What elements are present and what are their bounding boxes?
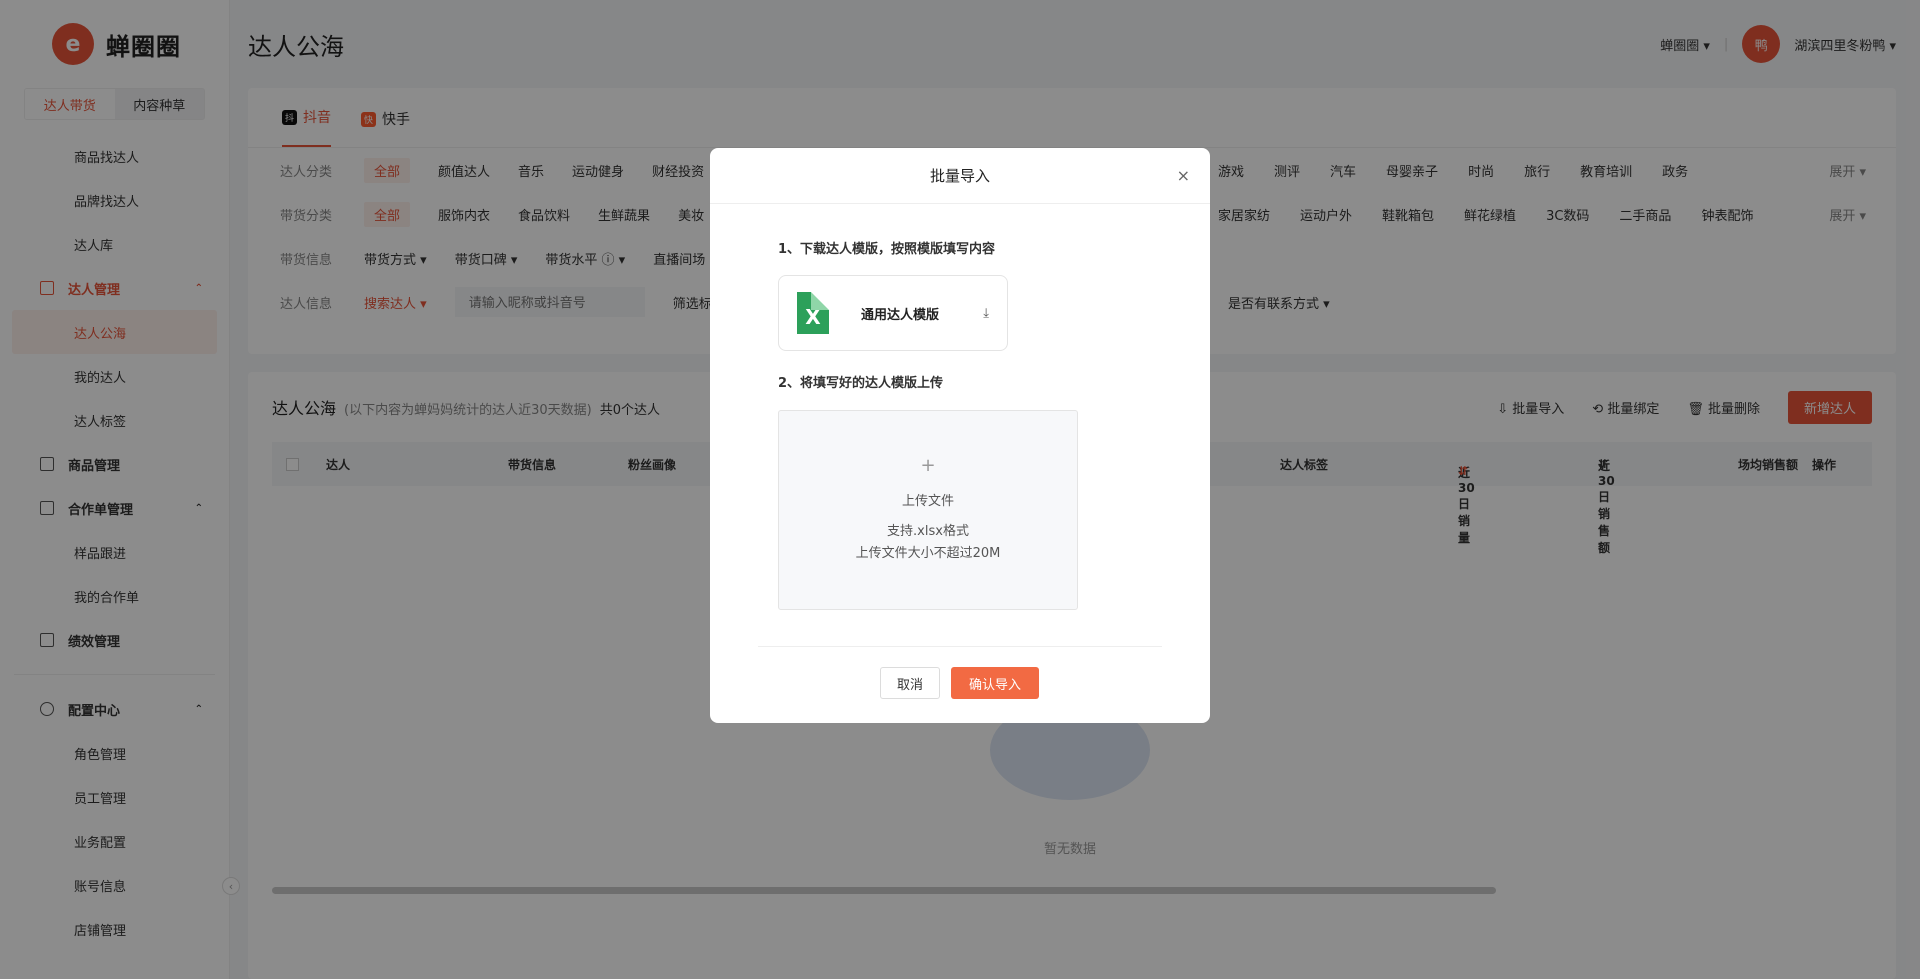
step-two-text: 2、将填写好的达人模版上传 [778,376,944,391]
upload-size-hint: 上传文件大小不超过20M [855,546,1001,561]
confirm-import-button[interactable]: 确认导入 [951,667,1039,699]
modal-title: 批量导入 [710,148,1210,204]
upload-title: 上传文件 [901,494,954,509]
download-icon[interactable]: ⤓ [983,306,989,321]
plus-icon: + [920,455,936,476]
template-name: 通用达人模版 [861,307,940,323]
upload-format-hint: 支持.xlsx格式 [887,524,969,539]
template-download-card[interactable]: X 通用达人模版 ⤓ [778,275,1008,351]
batch-import-modal: 批量导入 × 1、下载达人模版，按照模版填写内容 X 通用达人模版 ⤓ 2、将填… [710,148,1210,723]
close-icon[interactable]: × [1177,166,1190,185]
excel-file-icon: X [797,292,829,334]
file-upload-area[interactable]: + 上传文件 支持.xlsx格式 上传文件大小不超过20M [778,410,1078,610]
modal-footer-divider [758,646,1162,647]
cancel-button[interactable]: 取消 [880,667,940,699]
step-one-text: 1、下载达人模版，按照模版填写内容 [778,242,996,257]
